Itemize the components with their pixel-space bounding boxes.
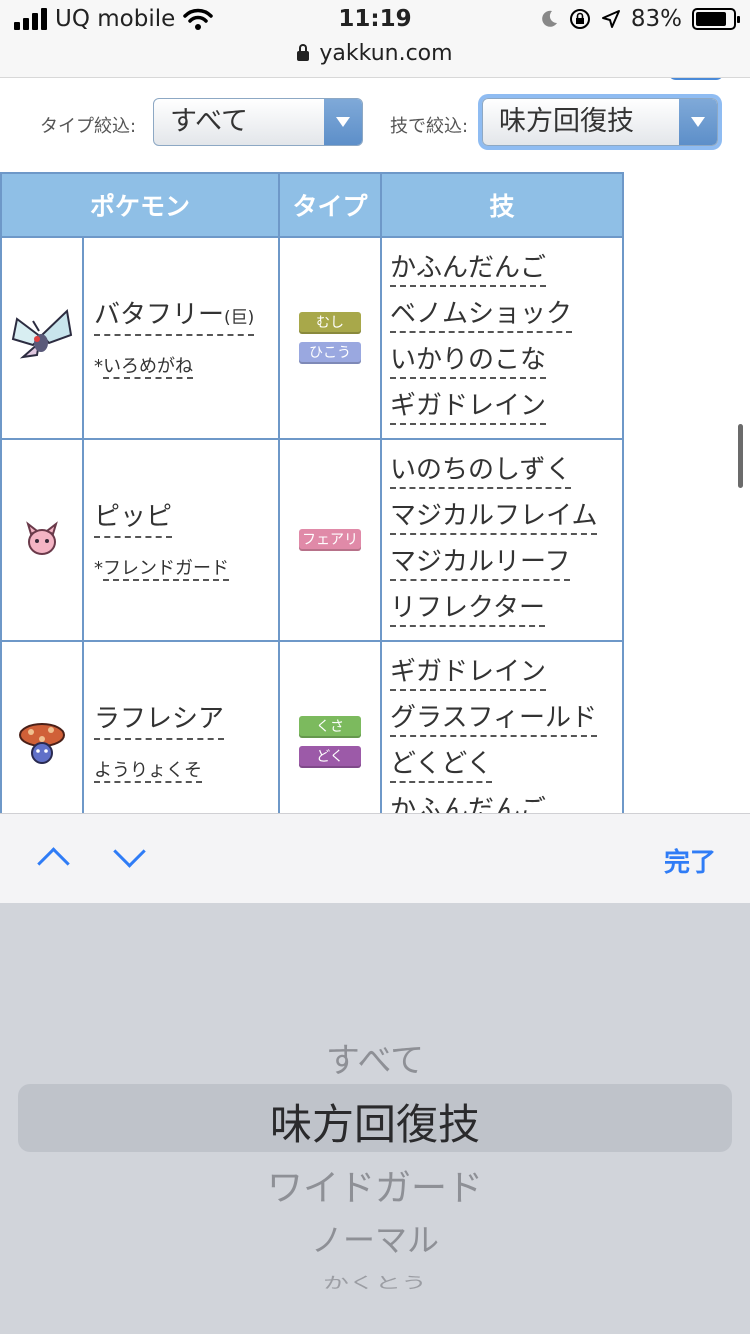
move-link[interactable]: いかりのこな — [390, 343, 547, 379]
type-filter-select[interactable]: すべて — [153, 98, 363, 146]
picker-option[interactable]: かくとう — [0, 1270, 750, 1292]
move-filter-label: 技で絞込: — [390, 116, 469, 137]
pokemon-image-cell — [0, 640, 84, 813]
location-arrow-icon — [601, 10, 620, 28]
clefairy-sprite-icon — [26, 521, 58, 555]
header-moves: 技 — [380, 172, 624, 238]
move-link[interactable]: どくどく — [390, 747, 493, 783]
pokemon-ability: *フレンドガード — [94, 557, 229, 581]
move-link[interactable]: かふんだんご — [390, 251, 547, 287]
pokemon-image-cell — [0, 438, 84, 642]
header-type: タイプ — [278, 172, 382, 238]
move-link[interactable]: グラスフィールド — [390, 701, 597, 737]
battery-icon — [692, 8, 740, 30]
pokemon-name-cell: ピッピ *フレンドガード — [82, 438, 280, 642]
moves-cell: かふんだんご ベノムショック いかりのこな ギガドレイン — [380, 236, 624, 440]
move-filter-value: 味方回復技 — [499, 106, 634, 137]
type-filter-label: タイプ絞込: — [40, 116, 137, 137]
scroll-indicator[interactable] — [738, 424, 743, 488]
moves-cell: ギガドレイン グラスフィールド どくどく かふんだんご — [380, 640, 624, 813]
status-bar: UQ mobile 11:19 83% — [0, 0, 750, 40]
picker-option[interactable]: ワイドガード — [0, 1159, 750, 1211]
header-pokemon: ポケモン — [0, 172, 280, 238]
pokemon-name-link[interactable]: バタフリー(巨) — [94, 299, 255, 336]
filter-bar: タイプ絞込: すべて 技で絞込: 味方回復技 — [0, 96, 750, 152]
move-link[interactable]: ベノムショック — [390, 297, 573, 333]
table-row: ラフレシア ようりょくそ くさ どく ギガドレイン グラスフィールド どくどく … — [0, 640, 624, 813]
type-cell: くさ どく — [278, 640, 382, 813]
pokemon-name-cell: ラフレシア ようりょくそ — [82, 640, 280, 813]
chevron-down-icon — [679, 99, 717, 145]
ability-link[interactable]: ようりょくそ — [94, 759, 202, 783]
type-cell: フェアリー — [278, 438, 382, 642]
move-link[interactable]: かふんだんご — [390, 793, 546, 813]
butterfree-sprite-icon — [11, 308, 73, 359]
pokemon-name-link[interactable]: ラフレシア — [94, 703, 225, 740]
pokemon-image-cell — [0, 236, 84, 440]
pokemon-ability: ようりょくそ — [94, 756, 278, 783]
web-content: タイプ絞込: すべて 技で絞込: 味方回復技 ポケモン タイプ 技 バタフリー(… — [0, 78, 750, 813]
type-badge-flying: ひこう — [299, 342, 361, 364]
type-badge-bug: むし — [299, 312, 361, 334]
previous-field-chevron-up-icon[interactable] — [36, 844, 72, 874]
rotation-lock-icon — [569, 9, 590, 29]
url-bar[interactable]: yakkun.com — [0, 40, 750, 78]
lock-icon — [297, 44, 310, 61]
pokemon-name-link[interactable]: ピッピ — [94, 501, 173, 538]
ability-link[interactable]: フレンドガード — [103, 557, 229, 581]
move-link[interactable]: マジカルフレイム — [390, 499, 598, 535]
moves-cell: いのちのしずく マジカルフレイム マジカルリーフ リフレクター — [380, 438, 624, 642]
select-picker-wheel[interactable]: すべて 味方回復技 ワイドガード ノーマル かくとう — [0, 903, 750, 1334]
table-row: バタフリー(巨) *いろめがね むし ひこう かふんだんご ベノムショック いか… — [0, 236, 624, 440]
chevron-down-icon — [324, 99, 362, 145]
move-link[interactable]: ギガドレイン — [390, 389, 547, 425]
partial-button[interactable] — [668, 78, 724, 80]
picker-option[interactable]: ノーマル — [0, 1215, 750, 1261]
do-not-disturb-moon-icon — [542, 10, 557, 27]
picker-option[interactable]: すべて — [0, 1033, 750, 1082]
type-badge-grass: くさ — [299, 716, 361, 738]
vileplume-sprite-icon — [19, 723, 65, 764]
type-badge-fairy: フェアリー — [299, 529, 361, 570]
type-filter-value: すべて — [170, 106, 249, 137]
table-row: ピッピ *フレンドガード フェアリー いのちのしずく マジカルフレイム マジカル… — [0, 438, 624, 642]
type-badge-poison: どく — [299, 746, 361, 768]
next-field-chevron-down-icon[interactable] — [112, 844, 148, 874]
pokemon-name-cell: バタフリー(巨) *いろめがね — [82, 236, 280, 440]
moves-table: ポケモン タイプ 技 バタフリー(巨) *いろめがね むし ひこう かふんだんご… — [0, 172, 624, 813]
url-text: yakkun.com — [319, 41, 453, 66]
move-filter-select[interactable]: 味方回復技 — [482, 98, 718, 146]
ability-link[interactable]: いろめがね — [103, 355, 193, 379]
move-link[interactable]: マジカルリーフ — [390, 545, 571, 581]
type-cell: むし ひこう — [278, 236, 382, 440]
done-button[interactable]: 完了 — [664, 842, 716, 879]
move-link[interactable]: いのちのしずく — [390, 453, 572, 489]
picker-option-selected[interactable]: 味方回復技 — [0, 1091, 750, 1152]
move-link[interactable]: リフレクター — [390, 591, 545, 627]
move-link[interactable]: ギガドレイン — [390, 655, 547, 691]
table-header-row: ポケモン タイプ 技 — [0, 172, 624, 238]
battery-percent: 83% — [630, 6, 682, 32]
form-accessory-bar: 完了 — [0, 813, 750, 903]
pokemon-ability: *いろめがね — [94, 355, 193, 379]
